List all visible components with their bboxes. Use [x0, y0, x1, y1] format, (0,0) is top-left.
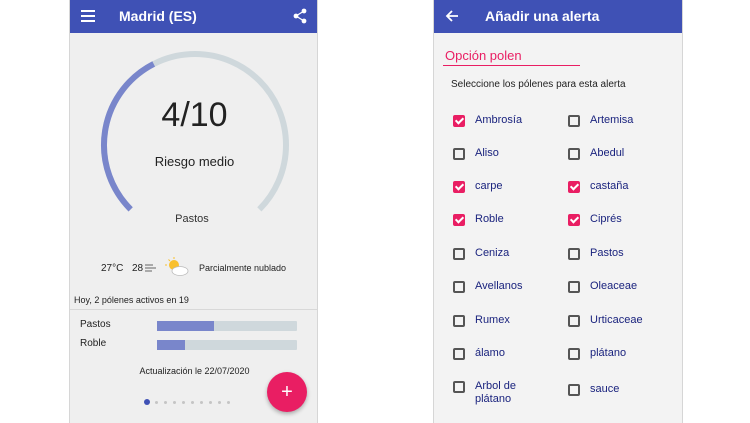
checkbox-label: Aliso	[475, 147, 499, 159]
temperature: 27°C	[101, 263, 124, 274]
partly-cloudy-icon	[165, 257, 189, 276]
app-bar: Añadir una alerta	[434, 0, 682, 33]
pollen-level-track	[157, 340, 297, 350]
screen-title: Añadir una alerta	[485, 8, 600, 24]
checkbox[interactable]	[568, 281, 580, 293]
checkbox-label: Arbol de plátano	[475, 380, 516, 405]
checkbox[interactable]	[453, 248, 465, 260]
checkbox[interactable]	[568, 248, 580, 260]
checkbox-label: castaña	[590, 180, 629, 192]
checkbox-label: Ciprés	[590, 213, 622, 225]
weather-description: Parcialmente nublado	[199, 263, 287, 273]
city-title: Madrid (ES)	[119, 8, 197, 24]
wind-icon	[145, 264, 156, 272]
checkbox[interactable]	[568, 315, 580, 327]
pollen-checkbox[interactable]: Urticaceae	[568, 314, 682, 345]
checkbox[interactable]	[453, 148, 465, 160]
checkbox-label: sauce	[590, 383, 620, 395]
checkbox[interactable]	[568, 214, 580, 226]
share-icon[interactable]	[293, 8, 307, 24]
pollen-option-field[interactable]: Opción polen	[443, 44, 580, 66]
pollen-row: Roble	[70, 338, 317, 352]
checkbox[interactable]	[568, 181, 580, 193]
checkbox-label: carpe	[475, 180, 503, 192]
page-dot[interactable]	[144, 399, 150, 405]
pollen-checkbox[interactable]: Pastos	[568, 247, 682, 278]
checkbox[interactable]	[568, 348, 580, 360]
pollen-name: Pastos	[80, 319, 111, 330]
page-dot[interactable]	[191, 401, 194, 404]
checkbox-label: Rumex	[475, 314, 510, 326]
add-alert-screen: Añadir una alerta Opción polen Seleccion…	[433, 0, 683, 423]
instruction-text: Seleccione los pólenes para esta alerta	[451, 79, 626, 90]
page-dot[interactable]	[200, 401, 203, 404]
checkbox[interactable]	[453, 181, 465, 193]
gauge-fill	[101, 61, 156, 212]
checkbox-label: Ambrosía	[475, 114, 523, 126]
pollen-checkbox[interactable]: Abedul	[568, 147, 682, 178]
checkbox[interactable]	[453, 281, 465, 293]
checkbox[interactable]	[568, 148, 580, 160]
main-pollen-label: Pastos	[175, 213, 209, 225]
checkbox-label: Oleaceae	[590, 280, 638, 292]
add-alert-button[interactable]: +	[267, 372, 307, 412]
arrow-back-icon[interactable]	[444, 8, 460, 24]
pollen-level-bar	[157, 340, 185, 350]
pollen-checkbox[interactable]: Artemisa	[568, 114, 682, 145]
checkbox[interactable]	[453, 214, 465, 226]
pollen-row: Pastos	[70, 319, 317, 333]
wind-speed: 28	[132, 263, 144, 274]
checkbox[interactable]	[568, 115, 580, 127]
pollen-name: Roble	[80, 338, 107, 349]
page-dot[interactable]	[173, 401, 176, 404]
active-pollens-summary: Hoy, 2 pólenes activos en 19	[74, 295, 189, 305]
pollen-checkbox[interactable]: sauce	[568, 383, 682, 414]
checkbox-label: Ceniza	[475, 247, 510, 259]
risk-gauge	[101, 51, 289, 212]
checkbox[interactable]	[453, 348, 465, 360]
page-dot[interactable]	[209, 401, 212, 404]
page-dot[interactable]	[227, 401, 230, 404]
checkbox-label: Urticaceae	[590, 314, 643, 326]
pollen-home-screen: Madrid (ES) 4/10 Riesgo medio Pastos 27°…	[69, 0, 318, 423]
risk-level: Riesgo medio	[154, 154, 235, 169]
checkbox-label: Abedul	[590, 147, 625, 159]
risk-score: 4/10	[161, 96, 228, 134]
page-dot[interactable]	[155, 401, 158, 404]
app-bar: Madrid (ES)	[70, 0, 317, 33]
checkbox-label: Avellanos	[475, 280, 523, 292]
checkbox-label: Artemisa	[590, 114, 634, 126]
checkbox[interactable]	[568, 384, 580, 396]
page-dot[interactable]	[182, 401, 185, 404]
divider	[70, 309, 317, 310]
checkbox-label: álamo	[475, 347, 505, 359]
pollen-checkbox[interactable]: plátano	[568, 347, 682, 378]
pollen-checkbox[interactable]: Ciprés	[568, 213, 682, 244]
pollen-level-bar	[157, 321, 215, 331]
menu-icon[interactable]	[81, 10, 95, 22]
checkbox[interactable]	[453, 115, 465, 127]
pollen-level-track	[157, 321, 297, 331]
pollen-checkbox[interactable]: castaña	[568, 180, 682, 211]
weather-row: 27°C 28 Parcialmente nublado	[70, 257, 317, 281]
pollen-option-label: Opción polen	[445, 48, 522, 63]
page-dot[interactable]	[164, 401, 167, 404]
checkbox-label: plátano	[590, 347, 627, 359]
checkbox[interactable]	[453, 315, 465, 327]
page-dot[interactable]	[218, 401, 221, 404]
checkbox-label: Pastos	[590, 247, 624, 259]
checkbox[interactable]	[453, 381, 465, 393]
checkbox-label: Roble	[475, 213, 504, 225]
pollen-checkbox[interactable]: Oleaceae	[568, 280, 682, 311]
